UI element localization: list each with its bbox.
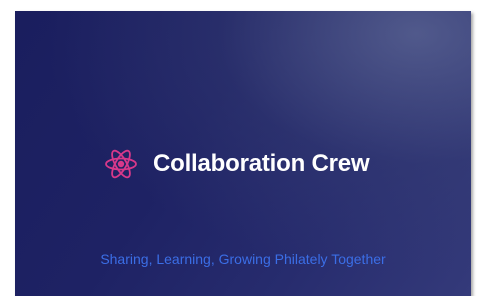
title-row: Collaboration Crew [103, 144, 370, 184]
slide-tagline: Sharing, Learning, Growing Philately Tog… [100, 251, 386, 267]
page: Collaboration Crew Sharing, Learning, Gr… [0, 0, 477, 296]
title-slide: Collaboration Crew Sharing, Learning, Gr… [15, 11, 471, 296]
slide-title: Collaboration Crew [153, 150, 370, 177]
atom-icon [103, 146, 139, 182]
